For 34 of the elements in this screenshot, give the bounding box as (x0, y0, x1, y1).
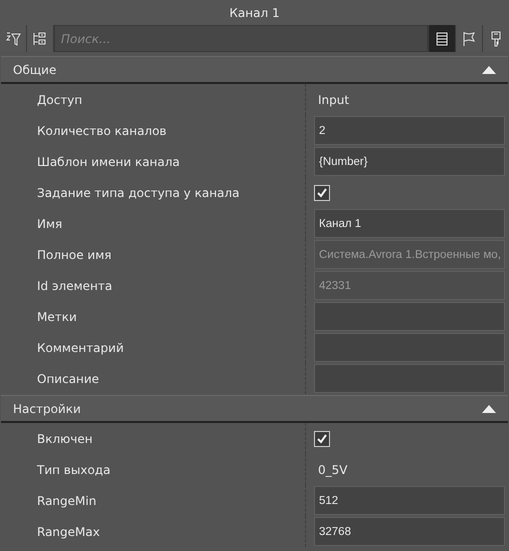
property-label: Тип выхода (37, 462, 110, 476)
section-header[interactable]: Общие (1, 56, 508, 84)
property-field[interactable]: 2 (314, 116, 505, 145)
collapse-icon (482, 66, 496, 74)
property-label: Id элемента (37, 278, 112, 292)
sort-filter-icon (4, 30, 22, 48)
property-field[interactable] (314, 364, 505, 393)
property-label: Комментарий (37, 340, 124, 354)
property-label: Имя (37, 216, 62, 230)
section-header[interactable]: Настройки (1, 395, 508, 423)
property-field[interactable] (314, 302, 505, 331)
property-label: Метки (37, 310, 77, 324)
property-label: Доступ (37, 92, 82, 106)
property-field[interactable]: 512 (314, 486, 505, 515)
property-field[interactable]: {Number} (314, 147, 505, 176)
property-field[interactable] (314, 333, 505, 362)
property-label: Полное имя (37, 248, 112, 262)
property-label: RangeMax (37, 524, 100, 538)
checkbox[interactable] (314, 430, 330, 446)
property-label: Шаблон имени канала (37, 154, 180, 168)
property-value: Input (317, 92, 350, 106)
collapse-icon (482, 404, 496, 412)
property-field[interactable]: 32768 (314, 517, 505, 546)
property-label: RangeMin (37, 494, 96, 508)
toolbar-button[interactable] (429, 25, 455, 52)
search-field[interactable]: Поиск... (54, 25, 428, 52)
property-label: Описание (37, 372, 100, 386)
property-label: Количество каналов (37, 124, 167, 138)
property-label: Задание типа доступа у канала (37, 186, 240, 200)
checkbox[interactable] (314, 184, 330, 200)
property-label: Включен (37, 432, 93, 446)
property-value: 0_5V (317, 462, 348, 476)
property-field[interactable]: Канал 1 (314, 209, 505, 238)
window-title: Канал 1 (229, 6, 280, 20)
